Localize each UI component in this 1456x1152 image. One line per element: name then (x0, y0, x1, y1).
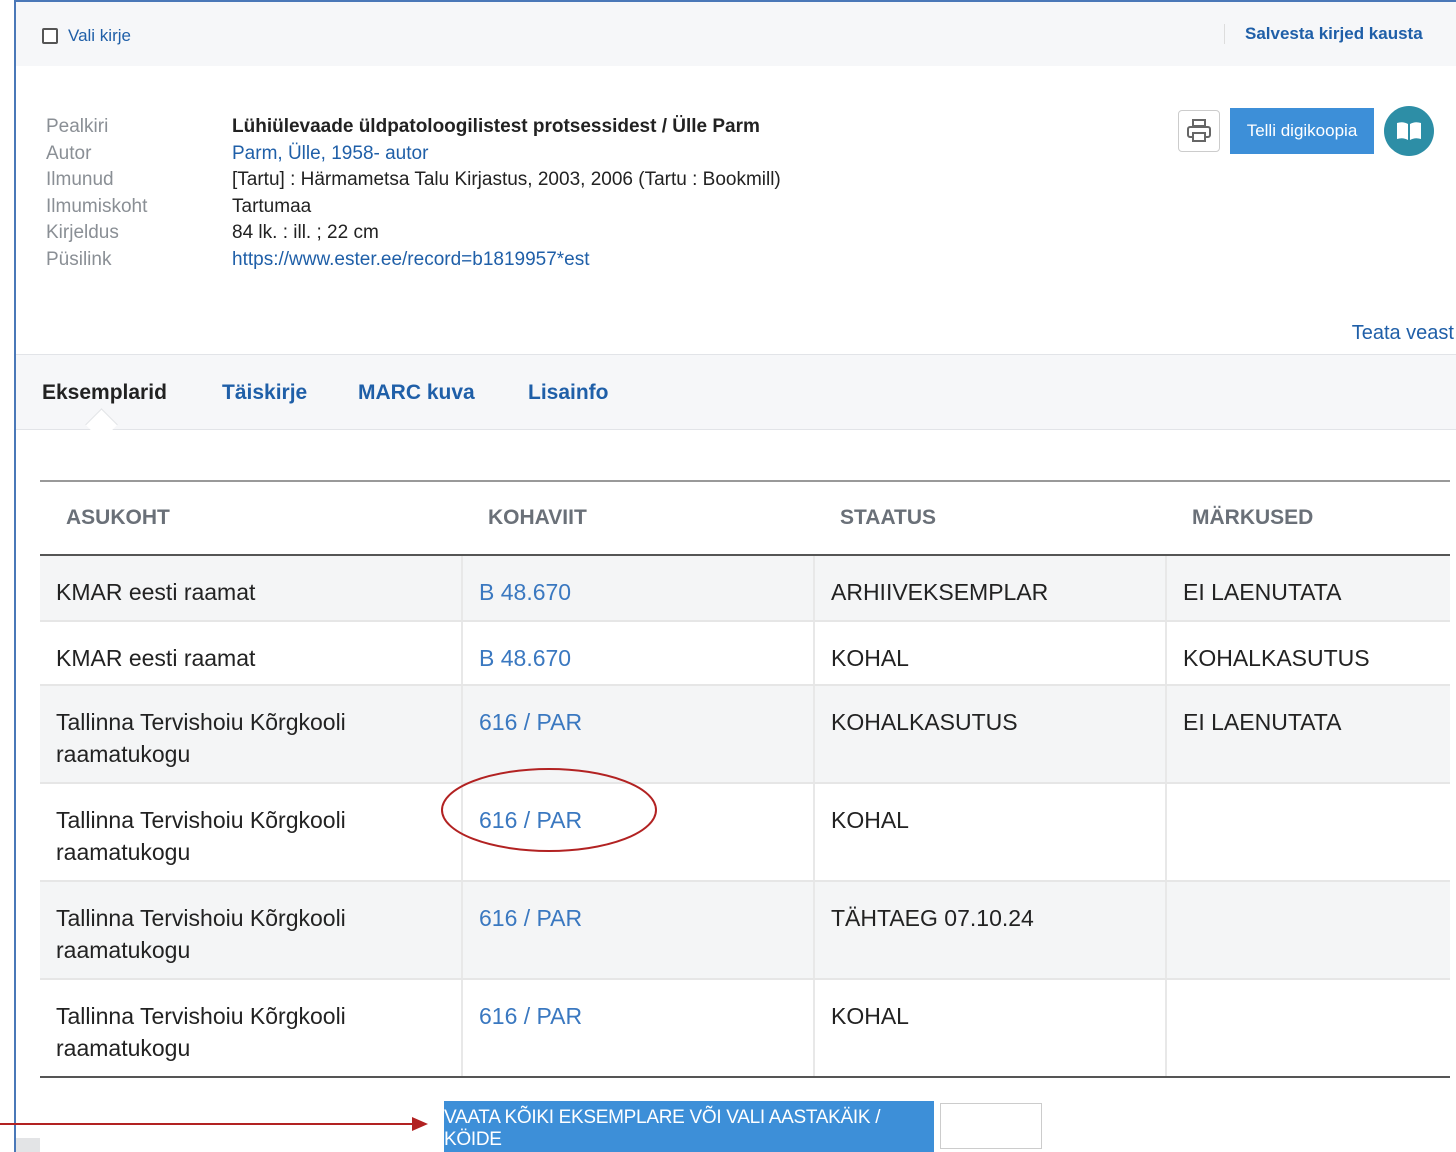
order-digital-copy-button[interactable]: Telli digikoopia (1230, 108, 1374, 154)
meta-title-row: Pealkiri Lühiülevaade üldpatoloogilistes… (46, 114, 781, 141)
author-link[interactable]: Parm, Ülle, 1958- autor (232, 141, 428, 168)
status-cell: ARHIIVEKSEMPLAR (814, 555, 1167, 622)
notes-cell (1166, 979, 1450, 1078)
permalink-link[interactable]: https://www.ester.ee/record=b1819957*est (232, 247, 590, 274)
location-cell: Tallinna Tervishoiu Kõrgkooli raamatukog… (40, 685, 463, 784)
select-record-label[interactable]: Vali kirje (68, 26, 131, 46)
table-header-row: ASUKOHT KOHAVIIT STAATUS MÄRKUSED (40, 480, 1450, 556)
report-error-link[interactable]: Teata veast (1352, 322, 1454, 345)
active-tab-indicator (85, 408, 118, 441)
status-cell: KOHAL (814, 783, 1167, 882)
meta-author-row: Autor Parm, Ülle, 1958- autor (46, 141, 781, 168)
notes-cell: EI LAENUTATA (1166, 685, 1450, 784)
checkbox-icon[interactable] (42, 28, 58, 44)
column-header: ASUKOHT (40, 480, 462, 556)
location-cell: Tallinna Tervishoiu Kõrgkooli raamatukog… (40, 979, 463, 1078)
meta-label: Ilmumiskoht (46, 195, 148, 217)
open-book-icon (1397, 122, 1421, 140)
items-table: ASUKOHT KOHAVIIT STAATUS MÄRKUSED KMAR e… (40, 480, 1450, 1078)
save-to-folder-link[interactable]: Salvesta kirjed kausta (1224, 24, 1423, 44)
location-cell: Tallinna Tervishoiu Kõrgkooli raamatukog… (40, 881, 463, 980)
printer-icon (1187, 119, 1211, 142)
meta-place-row: Ilmumiskoht Tartumaa (46, 194, 781, 221)
callnumber-link[interactable]: 616 / PAR (462, 979, 815, 1078)
meta-label: Pealkiri (46, 116, 109, 137)
print-button[interactable] (1178, 110, 1220, 152)
notes-cell (1166, 881, 1450, 980)
notes-cell: EI LAENUTATA (1166, 555, 1450, 622)
callnumber-link[interactable]: 616 / PAR (462, 685, 815, 784)
table-row: Tallinna Tervishoiu Kõrgkooli raamatukog… (40, 685, 1450, 784)
status-cell: KOHAL (814, 979, 1167, 1078)
location-cell: KMAR eesti raamat (40, 555, 463, 622)
table-row: Tallinna Tervishoiu Kõrgkooli raamatukog… (40, 783, 1450, 882)
record-tabs: Eksemplarid Täiskirje MARC kuva Lisainfo (16, 354, 1456, 441)
location-cell: Tallinna Tervishoiu Kõrgkooli raamatukog… (40, 783, 463, 882)
callnumber-link[interactable]: 616 / PAR (462, 783, 815, 882)
meta-description-row: Kirjeldus 84 lk. : ill. ; 22 cm (46, 220, 781, 247)
meta-published-row: Ilmunud [Tartu] : Härmametsa Talu Kirjas… (46, 167, 781, 194)
notes-cell (1166, 783, 1450, 882)
record-metadata: Pealkiri Lühiülevaade üldpatoloogilistes… (46, 114, 781, 273)
table-row: KMAR eesti raamat B 48.670 ARHIIVEKSEMPL… (40, 555, 1450, 622)
column-header: MÄRKUSED (1166, 480, 1450, 556)
meta-permalink-row: Püsilink https://www.ester.ee/record=b18… (46, 247, 781, 274)
location-cell: KMAR eesti raamat (40, 621, 463, 686)
tab-eksemplarid[interactable]: Eksemplarid (42, 381, 167, 405)
callnumber-link[interactable]: B 48.670 (462, 555, 815, 622)
column-header: KOHAVIIT (462, 480, 814, 556)
read-book-button[interactable] (1384, 106, 1434, 156)
tab-taiskirje[interactable]: Täiskirje (222, 381, 307, 405)
record-toolbar: Vali kirje Salvesta kirjed kausta (16, 2, 1456, 67)
meta-label: Autor (46, 142, 92, 164)
meta-label: Kirjeldus (46, 222, 119, 243)
record-details: Pealkiri Lühiülevaade üldpatoloogilistes… (16, 66, 1456, 354)
volume-input[interactable] (940, 1103, 1042, 1149)
meta-label: Ilmunud (46, 169, 114, 190)
status-cell: KOHALKASUTUS (814, 685, 1167, 784)
description-value: 84 lk. : ill. ; 22 cm (232, 222, 379, 243)
status-cell: TÄHTAEG 07.10.24 (814, 881, 1167, 980)
callnumber-link[interactable]: 616 / PAR (462, 881, 815, 980)
callnumber-link[interactable]: B 48.670 (462, 621, 815, 686)
column-header: STAATUS (814, 480, 1166, 556)
tab-marc-kuva[interactable]: MARC kuva (358, 381, 475, 405)
status-cell: KOHAL (814, 621, 1167, 686)
select-record[interactable]: Vali kirje (42, 26, 131, 46)
record-frame: Vali kirje Salvesta kirjed kausta Pealki… (14, 0, 1456, 1152)
table-row: Tallinna Tervishoiu Kõrgkooli raamatukog… (40, 979, 1450, 1078)
tab-lisainfo[interactable]: Lisainfo (528, 381, 609, 405)
record-title: Lühiülevaade üldpatoloogilistest protses… (232, 116, 760, 137)
place-value: Tartumaa (232, 195, 312, 217)
meta-label: Püsilink (46, 248, 112, 270)
table-row: Tallinna Tervishoiu Kõrgkooli raamatukog… (40, 881, 1450, 980)
corner-box (16, 1138, 40, 1152)
published-value: [Tartu] : Härmametsa Talu Kirjastus, 200… (232, 169, 781, 190)
table-row: KMAR eesti raamat B 48.670 KOHAL KOHALKA… (40, 621, 1450, 686)
notes-cell: KOHALKASUTUS (1166, 621, 1450, 686)
show-all-items-button[interactable]: VAATA KÕIKI EKSEMPLARE VÕI VALI AASTAKÄI… (444, 1101, 934, 1152)
